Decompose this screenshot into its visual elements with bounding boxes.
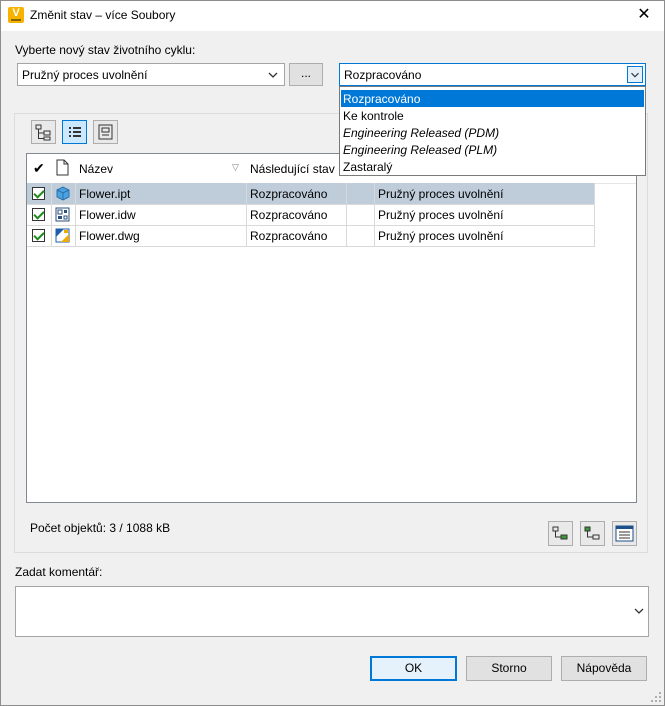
close-icon[interactable]: ✕ <box>633 4 655 26</box>
comment-input[interactable] <box>15 586 649 637</box>
state-option-zastaraly[interactable]: Zastaralý <box>341 158 644 175</box>
comment-label: Zadat komentář: <box>15 565 103 579</box>
details-view-button[interactable] <box>93 120 118 144</box>
column-header-check[interactable]: ✔ <box>27 154 52 184</box>
file-type-cell <box>51 183 76 205</box>
column-chooser-button[interactable] <box>612 521 637 546</box>
file-name-cell: Flower.idw <box>75 204 247 226</box>
object-count: Počet objektů: 3 / 1088 kB <box>30 521 171 535</box>
state-option-ke-kontrole[interactable]: Ke kontrole <box>341 107 644 124</box>
cancel-button[interactable]: Storno <box>466 656 552 681</box>
browse-button[interactable]: ... <box>289 63 323 86</box>
column-header-type[interactable] <box>51 154 76 184</box>
resize-grip-icon[interactable] <box>650 691 662 703</box>
blank-cell <box>346 183 375 205</box>
next-state-cell: Rozpracováno <box>246 225 347 247</box>
list-view-button[interactable] <box>62 120 87 144</box>
row-checkbox-cell[interactable] <box>27 225 52 247</box>
next-state-cell: Rozpracováno <box>246 183 347 205</box>
blank-cell <box>346 204 375 226</box>
next-state-cell: Rozpracováno <box>246 204 347 226</box>
list-view-icon <box>69 127 81 137</box>
file-type-cell <box>51 204 76 226</box>
collapse-tree-button[interactable] <box>580 521 605 546</box>
help-button[interactable]: Nápověda <box>561 656 647 681</box>
process-combo[interactable]: Pružný proces uvolnění <box>17 63 285 86</box>
state-option-released-pdm[interactable]: Engineering Released (PDM) <box>341 124 644 141</box>
files-grid[interactable]: ✔ Název ▽ Následující stav Flower.ipt Ro… <box>26 153 637 503</box>
state-dropdown-list[interactable]: Rozpracováno Ke kontrole Engineering Rel… <box>339 86 646 176</box>
process-combo-value: Pružný proces uvolnění <box>22 68 148 82</box>
process-cell: Pružný proces uvolnění <box>374 225 595 247</box>
row-checkbox-cell[interactable] <box>27 204 52 226</box>
window-title: Změnit stav – více Soubory <box>30 8 176 22</box>
vault-app-icon: V <box>8 7 24 23</box>
chevron-down-icon[interactable] <box>632 603 646 618</box>
state-option-released-plm[interactable]: Engineering Released (PLM) <box>341 141 644 158</box>
table-row[interactable]: Flower.idw Rozpracováno Pružný proces uv… <box>27 204 595 226</box>
chevron-down-icon <box>268 72 278 78</box>
row-checkbox-cell[interactable] <box>27 183 52 205</box>
details-view-icon <box>98 124 113 140</box>
table-row[interactable]: Flower.dwg Rozpracováno Pružný proces uv… <box>27 225 595 247</box>
column-header-next-state[interactable]: Následující stav <box>246 154 347 184</box>
lifecycle-label: Vyberte nový stav životního cyklu: <box>15 43 196 57</box>
sort-icon: ▽ <box>232 162 239 172</box>
drawing-idw-icon <box>55 207 70 222</box>
process-cell: Pružný proces uvolnění <box>374 183 595 205</box>
process-cell: Pružný proces uvolnění <box>374 204 595 226</box>
table-row[interactable]: Flower.ipt Rozpracováno Pružný proces uv… <box>27 183 595 205</box>
chevron-down-icon <box>627 66 643 83</box>
tree-view-button[interactable] <box>31 120 56 144</box>
ok-button[interactable]: OK <box>370 656 457 681</box>
file-name-cell: Flower.dwg <box>75 225 247 247</box>
blank-cell <box>346 225 375 247</box>
state-combo-value: Rozpracováno <box>344 68 422 82</box>
state-option-rozpracovano[interactable]: Rozpracováno <box>341 90 644 107</box>
expand-tree-button[interactable] <box>548 521 573 546</box>
tree-expand-icon <box>552 526 568 540</box>
tree-view-icon <box>35 124 51 141</box>
file-type-cell <box>51 225 76 247</box>
row-checkbox[interactable] <box>32 229 45 242</box>
table-settings-icon <box>615 525 634 542</box>
drawing-dwg-icon <box>55 228 70 243</box>
column-header-name[interactable]: Název ▽ <box>75 154 247 184</box>
tree-collapse-icon <box>584 526 600 540</box>
part-cube-icon <box>56 186 70 201</box>
row-checkbox[interactable] <box>32 187 45 200</box>
state-combo[interactable]: Rozpracováno <box>339 63 646 86</box>
document-icon <box>56 159 69 176</box>
row-checkbox[interactable] <box>32 208 45 221</box>
file-name-cell: Flower.ipt <box>75 183 247 205</box>
